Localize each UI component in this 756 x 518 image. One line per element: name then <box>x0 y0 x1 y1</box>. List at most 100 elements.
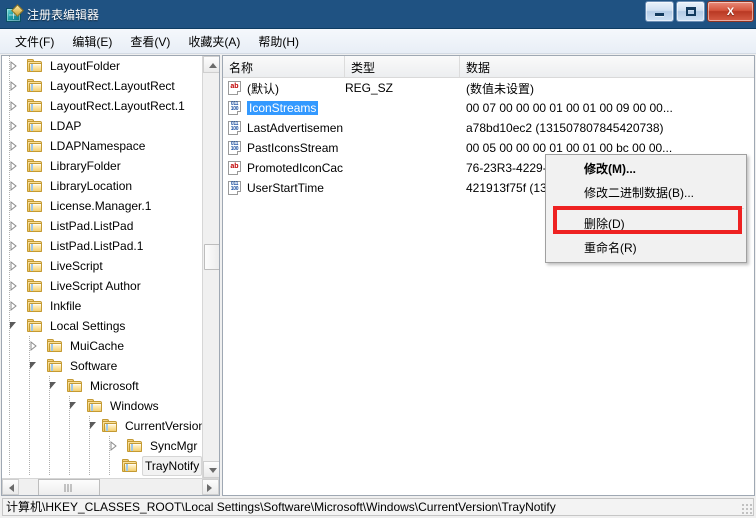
tree-node[interactable]: Inkfile <box>2 296 202 316</box>
tree-node[interactable]: LayoutRect.LayoutRect <box>2 76 202 96</box>
scroll-up-button[interactable] <box>203 56 219 73</box>
cell-name: (默认) <box>247 80 343 97</box>
folder-icon <box>27 98 43 114</box>
string-value-icon: ab <box>227 160 243 176</box>
column-data[interactable]: 数据 <box>460 56 754 77</box>
expand-toggle-icon[interactable] <box>6 56 22 76</box>
tree-node-label: Inkfile <box>50 299 82 313</box>
tree-node-label: ListPad.ListPad.1 <box>50 239 144 253</box>
folder-icon <box>27 258 43 274</box>
tree-indent <box>2 456 110 476</box>
menu-favorites[interactable]: 收藏夹(A) <box>179 30 249 53</box>
cell-data: (数值未设置) <box>466 81 534 96</box>
menu-help[interactable]: 帮助(H) <box>249 30 308 53</box>
scroll-down-button[interactable] <box>203 461 219 478</box>
cell-name: LastAdvertisement <box>247 121 343 135</box>
tree-node[interactable]: LDAP <box>2 116 202 136</box>
close-button[interactable]: X <box>707 1 754 22</box>
maximize-button[interactable] <box>676 1 705 22</box>
tree-node[interactable]: SyncMgr <box>2 436 202 456</box>
column-name[interactable]: 名称 <box>223 56 345 77</box>
scroll-thumb[interactable] <box>204 244 219 270</box>
table-row[interactable]: ab (默认) REG_SZ (数值未设置) <box>223 78 754 98</box>
tree-node[interactable]: Microsoft <box>2 376 202 396</box>
tree-vertical-scrollbar[interactable] <box>202 56 219 478</box>
tree-node[interactable]: Local Settings <box>2 316 202 336</box>
collapse-toggle-icon[interactable] <box>86 416 102 436</box>
tree-node[interactable]: Windows <box>2 396 202 416</box>
table-row[interactable]: 011 100 LastAdvertisement a78bd10ec2 (13150… <box>223 118 754 138</box>
tree-node-label: MuiCache <box>70 339 125 353</box>
tree-horizontal-scrollbar[interactable] <box>2 478 219 495</box>
collapse-toggle-icon[interactable] <box>66 396 82 416</box>
title-bar: 注册表编辑器 X <box>0 0 756 29</box>
menu-bar: 文件(F) 编辑(E) 查看(V) 收藏夹(A) 帮助(H) <box>0 29 756 54</box>
column-type[interactable]: 类型 <box>345 56 460 77</box>
minimize-button[interactable] <box>645 1 674 22</box>
expand-toggle-icon[interactable] <box>6 136 22 156</box>
tree-node-label: LibraryLocation <box>50 179 133 193</box>
context-modify[interactable]: 修改(M)... <box>546 157 746 181</box>
expand-toggle-icon[interactable] <box>106 436 122 456</box>
tree-node-label: LayoutRect.LayoutRect.1 <box>50 99 185 113</box>
expand-toggle-icon[interactable] <box>6 236 22 256</box>
tree-node-label: SyncMgr <box>150 439 198 453</box>
resize-grip-icon[interactable] <box>742 504 754 516</box>
scroll-left-button[interactable] <box>2 479 19 495</box>
tree-node[interactable]: ListPad.ListPad <box>2 216 202 236</box>
tree-node[interactable]: LayoutFolder <box>2 56 202 76</box>
tree-node[interactable]: ListPad.ListPad.1 <box>2 236 202 256</box>
tree-node-label: License.Manager.1 <box>50 199 152 213</box>
expand-toggle-icon[interactable] <box>6 296 22 316</box>
expand-toggle-icon[interactable] <box>6 176 22 196</box>
value-name: LastAdvertisement <box>247 121 343 135</box>
tree-node[interactable]: License.Manager.1 <box>2 196 202 216</box>
menu-file[interactable]: 文件(F) <box>6 30 63 53</box>
tree-node-label: LDAP <box>50 119 82 133</box>
collapse-toggle-icon[interactable] <box>26 356 42 376</box>
tree-node[interactable]: LibraryLocation <box>2 176 202 196</box>
tree-node-label: Software <box>70 359 118 373</box>
tree-node[interactable]: LiveScript Author <box>2 276 202 296</box>
expand-toggle-icon[interactable] <box>26 336 42 356</box>
expand-toggle-icon[interactable] <box>6 116 22 136</box>
menu-separator <box>576 208 744 209</box>
expand-toggle-icon[interactable] <box>6 216 22 236</box>
expand-toggle-icon[interactable] <box>6 76 22 96</box>
tree-node-label: LayoutRect.LayoutRect <box>50 79 175 93</box>
collapse-toggle-icon[interactable] <box>6 316 22 336</box>
tree-node[interactable]: LibraryFolder <box>2 156 202 176</box>
context-delete[interactable]: 删除(D) <box>546 212 746 236</box>
expand-toggle-icon[interactable] <box>6 276 22 296</box>
tree-node[interactable]: CurrentVersion <box>2 416 205 436</box>
collapse-toggle-icon[interactable] <box>46 376 62 396</box>
expand-toggle-icon[interactable] <box>6 256 22 276</box>
expand-toggle-icon[interactable] <box>6 96 22 116</box>
scroll-right-button[interactable] <box>202 479 219 495</box>
expand-toggle-icon[interactable] <box>6 196 22 216</box>
tree-node[interactable]: TrayNotify <box>2 456 203 476</box>
tree-node-label: ListPad.ListPad <box>50 219 134 233</box>
tree-node[interactable]: MuiCache <box>2 336 202 356</box>
context-rename[interactable]: 重命名(R) <box>546 236 746 260</box>
tree-scroll-area: LayoutFolder LayoutRect.LayoutRect LayoutR… <box>2 56 219 478</box>
folder-icon <box>27 138 43 154</box>
cell-data: 00 05 00 00 00 01 00 01 00 bc 00 00... <box>466 141 673 155</box>
tree-indent <box>2 336 30 356</box>
binary-value-icon: 011 100 <box>227 180 243 196</box>
tree-node[interactable]: Software <box>2 356 202 376</box>
table-row[interactable]: 011 100 IconStreams 00 07 00 00 00 01 00 01… <box>223 98 754 118</box>
binary-value-icon: 011 100 <box>227 140 243 156</box>
tree-node[interactable]: LayoutRect.LayoutRect.1 <box>2 96 202 116</box>
menu-edit[interactable]: 编辑(E) <box>63 30 121 53</box>
context-menu: 修改(M)... 修改二进制数据(B)... 删除(D) 重命名(R) <box>545 154 747 263</box>
tree-node[interactable]: LiveScript <box>2 256 202 276</box>
folder-icon <box>87 398 103 414</box>
context-modify-binary[interactable]: 修改二进制数据(B)... <box>546 181 746 205</box>
folder-icon <box>122 458 138 474</box>
h-scroll-thumb[interactable] <box>38 479 100 495</box>
tree-node[interactable]: LDAPNamespace <box>2 136 202 156</box>
expand-toggle-icon[interactable] <box>6 156 22 176</box>
menu-view[interactable]: 查看(V) <box>121 30 179 53</box>
